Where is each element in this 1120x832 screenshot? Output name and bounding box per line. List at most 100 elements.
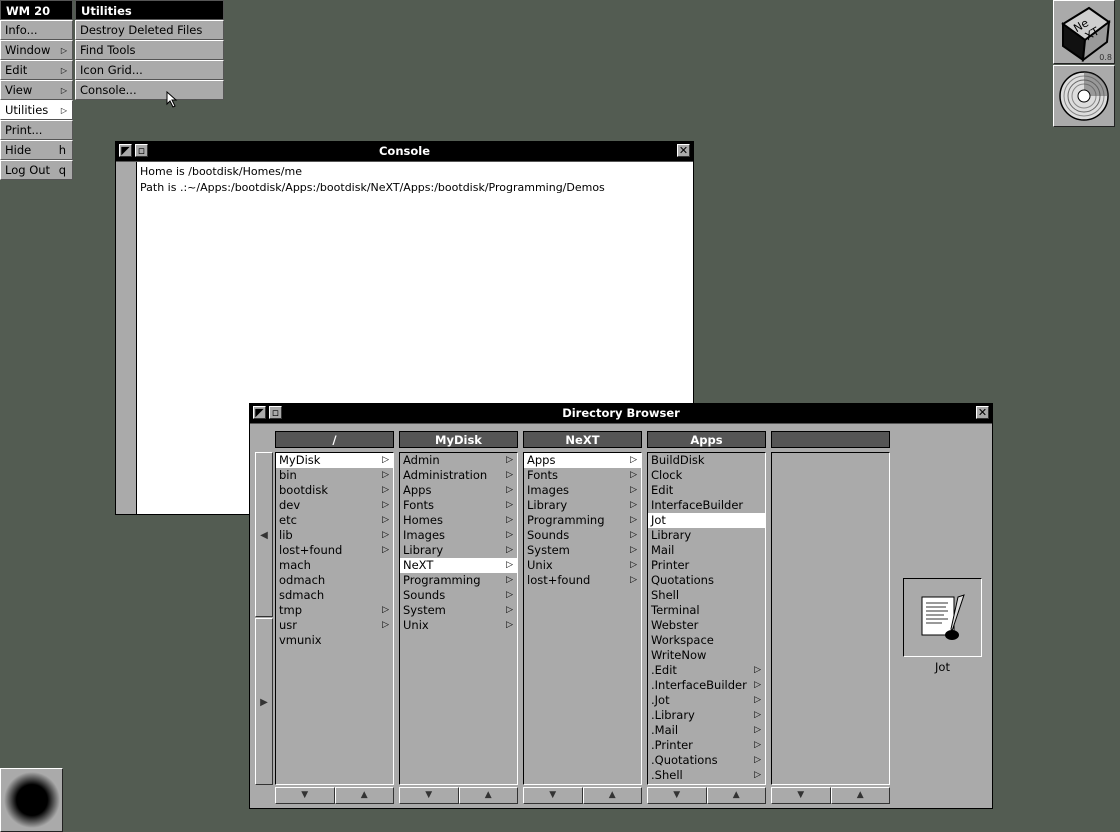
list-item[interactable]: Quotations <box>648 573 765 588</box>
console-titlebar[interactable]: ◤ ▫ Console ✕ <box>116 142 693 162</box>
scroll-down-button[interactable]: ▼ <box>399 787 459 804</box>
menu-item-utilities[interactable]: Utilities ▷ <box>0 100 73 120</box>
scroll-down-button[interactable]: ▼ <box>771 787 831 804</box>
menu-item-console[interactable]: Console... <box>75 80 224 100</box>
scroll-down-button[interactable]: ▼ <box>275 787 335 804</box>
scroll-up-button[interactable]: ▲ <box>582 787 642 804</box>
scroll-up-button[interactable]: ▲ <box>458 787 518 804</box>
scroll-down-button[interactable]: ▼ <box>647 787 707 804</box>
menu-item-window[interactable]: Window ▷ <box>0 40 73 60</box>
list-item[interactable]: .Mail ▷ <box>648 723 765 738</box>
list-item[interactable]: Programming ▷ <box>524 513 641 528</box>
scroll-right-button[interactable]: ▶ <box>255 618 273 785</box>
menu-item-hide[interactable]: Hide h <box>0 140 73 160</box>
list-item[interactable]: Terminal <box>648 603 765 618</box>
list-item[interactable]: mach <box>276 558 393 573</box>
list-item[interactable]: WriteNow <box>648 648 765 663</box>
list-item[interactable]: vmunix <box>276 633 393 648</box>
list-item[interactable]: Edit <box>648 483 765 498</box>
list-item[interactable]: NeXT ▷ <box>400 558 517 573</box>
list-item[interactable]: Programming ▷ <box>400 573 517 588</box>
list-item[interactable]: .Jot ▷ <box>648 693 765 708</box>
list-item[interactable]: Clock <box>648 468 765 483</box>
list-item[interactable]: BuildDisk <box>648 453 765 468</box>
menu-item-log-out[interactable]: Log Out q <box>0 160 73 180</box>
list-item[interactable]: Unix ▷ <box>524 558 641 573</box>
console-scroller[interactable] <box>116 162 136 514</box>
list-item[interactable]: dev ▷ <box>276 498 393 513</box>
browser-column-list[interactable] <box>771 452 890 785</box>
list-item[interactable]: .InterfaceBuilder ▷ <box>648 678 765 693</box>
list-item[interactable]: .Quotations ▷ <box>648 753 765 768</box>
miniaturize-button[interactable]: ◤ <box>119 144 132 157</box>
scroll-down-button[interactable]: ▼ <box>523 787 583 804</box>
list-item[interactable]: Webster <box>648 618 765 633</box>
list-item[interactable]: lost+found ▷ <box>276 543 393 558</box>
close-button[interactable]: ✕ <box>677 144 690 157</box>
list-item[interactable]: Images ▷ <box>524 483 641 498</box>
menu-item-view[interactable]: View ▷ <box>0 80 73 100</box>
list-item[interactable]: tmp ▷ <box>276 603 393 618</box>
list-item[interactable]: lost+found ▷ <box>524 573 641 588</box>
list-item[interactable]: Admin ▷ <box>400 453 517 468</box>
scroll-up-button[interactable]: ▲ <box>706 787 766 804</box>
browser-column-list[interactable]: BuildDisk Clock Edit InterfaceBuilder Jot Lib… <box>647 452 766 785</box>
list-item[interactable]: MyDisk ▷ <box>276 453 393 468</box>
list-item[interactable]: Mail <box>648 543 765 558</box>
list-item[interactable]: Library ▷ <box>524 498 641 513</box>
resize-button[interactable]: ▫ <box>135 144 148 157</box>
list-item[interactable]: .Edit ▷ <box>648 663 765 678</box>
list-item[interactable]: Workspace <box>648 633 765 648</box>
list-item[interactable]: Administration ▷ <box>400 468 517 483</box>
menu-item-print[interactable]: Print... <box>0 120 73 140</box>
scroll-up-button[interactable]: ▲ <box>334 787 394 804</box>
close-button[interactable]: ✕ <box>976 406 989 419</box>
list-item[interactable]: Homes ▷ <box>400 513 517 528</box>
list-item[interactable]: Fonts ▷ <box>524 468 641 483</box>
menu-item-icon-grid[interactable]: Icon Grid... <box>75 60 224 80</box>
list-item[interactable]: .Library ▷ <box>648 708 765 723</box>
list-item[interactable]: System ▷ <box>524 543 641 558</box>
list-item[interactable]: Library ▷ <box>400 543 517 558</box>
scroll-left-button[interactable]: ◀ <box>255 452 273 617</box>
list-item[interactable]: Images ▷ <box>400 528 517 543</box>
list-item[interactable]: .Printer ▷ <box>648 738 765 753</box>
list-item[interactable]: InterfaceBuilder <box>648 498 765 513</box>
browser-column-list[interactable]: Apps ▷ Fonts ▷ Images ▷ Library ▷ Programming ▷ So… <box>523 452 642 785</box>
browser-column-list[interactable]: Admin ▷ Administration ▷ Apps ▷ Fonts ▷ Homes ▷ Im… <box>399 452 518 785</box>
resize-button[interactable]: ▫ <box>269 406 282 419</box>
list-item[interactable]: Jot <box>648 513 765 528</box>
miniaturize-button[interactable]: ◤ <box>253 406 266 419</box>
list-item[interactable]: sdmach <box>276 588 393 603</box>
menu-item-edit[interactable]: Edit ▷ <box>0 60 73 80</box>
dock-tile-next[interactable]: Ne XT 0.8 <box>1053 0 1115 64</box>
menu-item-destroy-deleted-files[interactable]: Destroy Deleted Files <box>75 20 224 40</box>
dock-tile-disk[interactable] <box>1053 65 1115 127</box>
list-item[interactable]: Apps ▷ <box>524 453 641 468</box>
list-item[interactable]: usr ▷ <box>276 618 393 633</box>
list-item[interactable]: Unix ▷ <box>400 618 517 633</box>
dock-tile-recycler[interactable] <box>0 768 63 832</box>
scroll-up-button[interactable]: ▲ <box>830 787 890 804</box>
list-item[interactable]: Library <box>648 528 765 543</box>
list-item[interactable]: Shell <box>648 588 765 603</box>
selected-file-well[interactable] <box>903 578 982 657</box>
list-item[interactable]: odmach <box>276 573 393 588</box>
list-item[interactable]: bin ▷ <box>276 468 393 483</box>
list-item[interactable]: System ▷ <box>400 603 517 618</box>
utilities-menu-title[interactable]: Utilities <box>75 0 224 20</box>
menu-item-find-tools[interactable]: Find Tools <box>75 40 224 60</box>
menu-item-info[interactable]: Info... <box>0 20 73 40</box>
main-menu-title[interactable]: WM 20 <box>0 0 73 20</box>
list-item[interactable]: .Shell ▷ <box>648 768 765 783</box>
list-item[interactable]: lib ▷ <box>276 528 393 543</box>
list-item[interactable]: Printer <box>648 558 765 573</box>
list-item[interactable]: bootdisk ▷ <box>276 483 393 498</box>
list-item[interactable]: Sounds ▷ <box>400 588 517 603</box>
browser-column-list[interactable]: MyDisk ▷ bin ▷ bootdisk ▷ dev ▷ etc ▷ lib ▷ lost+fou… <box>275 452 394 785</box>
browser-titlebar[interactable]: ◤ ▫ Directory Browser ✕ <box>250 404 992 424</box>
list-item[interactable]: Fonts ▷ <box>400 498 517 513</box>
list-item[interactable]: etc ▷ <box>276 513 393 528</box>
list-item[interactable]: Sounds ▷ <box>524 528 641 543</box>
list-item[interactable]: Apps ▷ <box>400 483 517 498</box>
